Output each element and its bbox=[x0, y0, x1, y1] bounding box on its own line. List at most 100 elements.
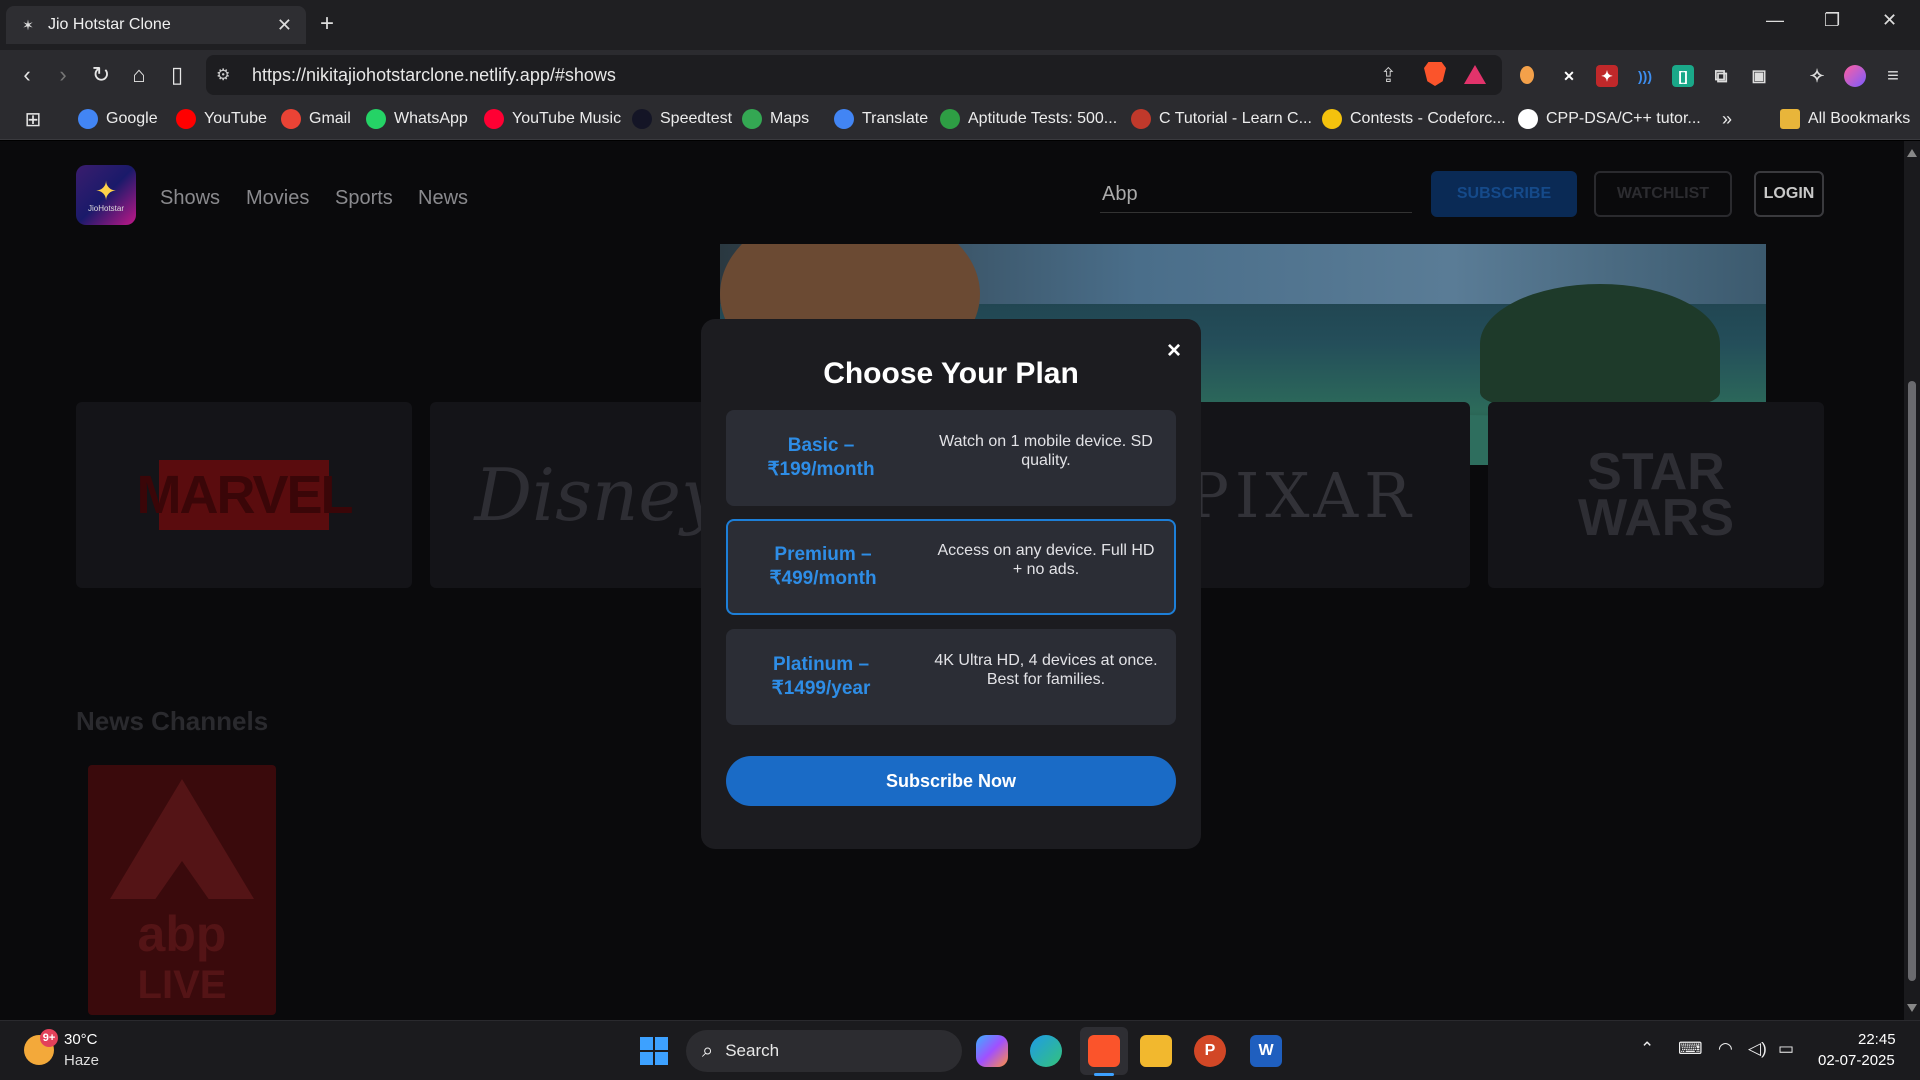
bookmark-label: Maps bbox=[770, 110, 810, 127]
reader-mode-icon[interactable]: ▣ bbox=[1748, 65, 1770, 87]
back-icon[interactable]: ‹ bbox=[14, 62, 40, 88]
copilot-icon[interactable] bbox=[976, 1035, 1008, 1067]
menu-icon[interactable]: ≡ bbox=[1882, 65, 1904, 87]
browser-tab[interactable]: ✶ Jio Hotstar Clone ✕ bbox=[6, 6, 306, 44]
clock-time[interactable]: 22:45 bbox=[1858, 1031, 1896, 1048]
page-scrollbar[interactable] bbox=[1904, 141, 1920, 1020]
site-subscribe-button[interactable]: SUBSCRIBE bbox=[1431, 171, 1577, 217]
watchlist-button[interactable]: WATCHLIST bbox=[1594, 171, 1732, 217]
bookmark-item[interactable]: Speedtest bbox=[632, 109, 732, 129]
file-explorer-icon[interactable] bbox=[1140, 1035, 1172, 1067]
extension-sound-icon[interactable]: ))) bbox=[1634, 65, 1656, 87]
keyboard-icon[interactable]: ⌨ bbox=[1678, 1039, 1703, 1059]
bookmark-item[interactable]: Maps bbox=[742, 109, 809, 129]
forward-icon[interactable]: › bbox=[50, 62, 76, 88]
new-tab-icon[interactable]: + bbox=[320, 12, 334, 36]
plan-basic[interactable]: Basic – ₹199/month Watch on 1 mobile dev… bbox=[726, 410, 1176, 506]
bookmark-item[interactable]: Gmail bbox=[281, 109, 351, 129]
plan-description: Watch on 1 mobile device. SD quality. bbox=[939, 433, 1153, 469]
youtube-icon bbox=[176, 109, 196, 129]
clock-date[interactable]: 02-07-2025 bbox=[1818, 1052, 1895, 1069]
bookmark-item[interactable]: Google bbox=[78, 109, 158, 129]
bookmarks-bar: ⊞ Google YouTube Gmail WhatsApp YouTube Musi… bbox=[0, 100, 1920, 140]
maps-icon bbox=[742, 109, 762, 129]
extensions-puzzle-icon[interactable]: ⧉ bbox=[1710, 65, 1732, 87]
brave-taskbar-icon[interactable] bbox=[1088, 1035, 1120, 1067]
bookmark-label: C Tutorial - Learn C... bbox=[1159, 110, 1312, 127]
windows-taskbar: 9+ 30°C Haze ⌕ Search P W ⌃ ⌨ ◠ ◁) ▭ 22:… bbox=[0, 1020, 1920, 1080]
bookmark-label: Gmail bbox=[309, 110, 351, 127]
url-text[interactable]: https://nikitajiohotstarclone.netlify.ap… bbox=[252, 65, 616, 86]
nav-shows[interactable]: Shows bbox=[160, 187, 220, 210]
apps-grid-icon[interactable]: ⊞ bbox=[20, 106, 46, 132]
more-bookmarks-icon[interactable]: » bbox=[1722, 109, 1732, 130]
scroll-up-icon[interactable] bbox=[1907, 149, 1917, 157]
weather-desc[interactable]: Haze bbox=[64, 1052, 99, 1069]
start-button[interactable] bbox=[640, 1037, 668, 1065]
channel-name: abp bbox=[137, 906, 227, 962]
window-close-icon[interactable]: ✕ bbox=[1882, 10, 1897, 31]
bookmark-icon[interactable]: ▯ bbox=[164, 62, 190, 88]
extension-flame-icon[interactable] bbox=[1520, 66, 1534, 84]
news-channels-heading: News Channels bbox=[76, 706, 269, 736]
brand-tile-star-wars[interactable]: STAR WARS bbox=[1488, 402, 1824, 588]
all-bookmarks[interactable]: All Bookmarks bbox=[1780, 109, 1910, 129]
home-icon[interactable]: ⌂ bbox=[126, 62, 152, 88]
address-bar[interactable]: ⚙ https://nikitajiohotstarclone.netlify.… bbox=[206, 55, 1502, 95]
github-icon bbox=[1518, 109, 1538, 129]
whatsapp-icon bbox=[366, 109, 386, 129]
scrollbar-thumb[interactable] bbox=[1908, 381, 1916, 981]
brand-tile-marvel[interactable]: MARVEL bbox=[76, 402, 412, 588]
bookmark-item[interactable]: C Tutorial - Learn C... bbox=[1131, 109, 1312, 129]
bookmark-label: YouTube bbox=[204, 110, 267, 127]
wifi-icon[interactable]: ◠ bbox=[1718, 1039, 1733, 1059]
modal-title: Choose Your Plan bbox=[823, 357, 1079, 390]
bookmark-item[interactable]: YouTube bbox=[176, 109, 267, 129]
weather-temp[interactable]: 30°C bbox=[64, 1031, 98, 1048]
site-logo[interactable]: ✦ JioHotstar bbox=[76, 165, 136, 225]
bookmark-item[interactable]: Contests - Codeforc... bbox=[1322, 109, 1506, 129]
battery-icon[interactable]: ▭ bbox=[1778, 1039, 1794, 1059]
site-search-input[interactable] bbox=[1100, 177, 1412, 213]
extension-x-icon[interactable]: ✕ bbox=[1558, 65, 1580, 87]
bookmark-item[interactable]: Aptitude Tests: 500... bbox=[940, 109, 1117, 129]
site-settings-icon[interactable]: ⚙ bbox=[216, 65, 230, 85]
leo-ai-icon[interactable]: ✧ bbox=[1806, 65, 1828, 87]
bookmark-item[interactable]: YouTube Music bbox=[484, 109, 621, 129]
scroll-down-icon[interactable] bbox=[1907, 1004, 1917, 1012]
extension-red-icon[interactable]: ✦ bbox=[1596, 65, 1618, 87]
edge-icon[interactable] bbox=[1030, 1035, 1062, 1067]
plan-modal: × Choose Your Plan Basic – ₹199/month Wa… bbox=[701, 319, 1201, 849]
reload-icon[interactable]: ↻ bbox=[88, 62, 114, 88]
volume-icon[interactable]: ◁) bbox=[1748, 1039, 1767, 1059]
plan-platinum[interactable]: Platinum – ₹1499/year 4K Ultra HD, 4 dev… bbox=[726, 629, 1176, 725]
marvel-logo: MARVEL bbox=[136, 460, 354, 530]
abp-live-channel[interactable]: abp LIVE bbox=[88, 765, 276, 1015]
bookmark-item[interactable]: CPP-DSA/C++ tutor... bbox=[1518, 109, 1701, 129]
bookmark-item[interactable]: WhatsApp bbox=[366, 109, 468, 129]
taskbar-search[interactable]: ⌕ Search bbox=[686, 1030, 962, 1072]
profile-avatar[interactable] bbox=[1844, 65, 1866, 87]
gmail-icon bbox=[281, 109, 301, 129]
restore-icon[interactable]: ❐ bbox=[1824, 10, 1840, 31]
login-button[interactable]: LOGIN bbox=[1754, 171, 1824, 217]
nav-news[interactable]: News bbox=[418, 187, 468, 210]
bookmark-label: Contests - Codeforc... bbox=[1350, 110, 1506, 127]
nav-movies[interactable]: Movies bbox=[246, 187, 309, 210]
plan-premium[interactable]: Premium – ₹499/month Access on any devic… bbox=[726, 519, 1176, 615]
extension-green-icon[interactable]: [] bbox=[1672, 65, 1694, 87]
bookmark-label: WhatsApp bbox=[394, 110, 468, 127]
word-icon[interactable]: W bbox=[1250, 1035, 1282, 1067]
subscribe-now-button[interactable]: Subscribe Now bbox=[726, 756, 1176, 806]
minimize-icon[interactable]: — bbox=[1766, 10, 1784, 31]
bookmark-item[interactable]: Translate bbox=[834, 109, 928, 129]
tab-close-icon[interactable]: ✕ bbox=[277, 15, 292, 36]
tray-chevron-up-icon[interactable]: ⌃ bbox=[1640, 1039, 1654, 1059]
translate-icon bbox=[834, 109, 854, 129]
nav-sports[interactable]: Sports bbox=[335, 187, 393, 210]
powerpoint-icon[interactable]: P bbox=[1194, 1035, 1226, 1067]
brave-shields-icon[interactable] bbox=[1424, 62, 1446, 86]
brave-rewards-icon[interactable] bbox=[1464, 65, 1486, 84]
share-icon[interactable]: ⇪ bbox=[1380, 63, 1397, 88]
bookmark-label: Speedtest bbox=[660, 110, 733, 127]
